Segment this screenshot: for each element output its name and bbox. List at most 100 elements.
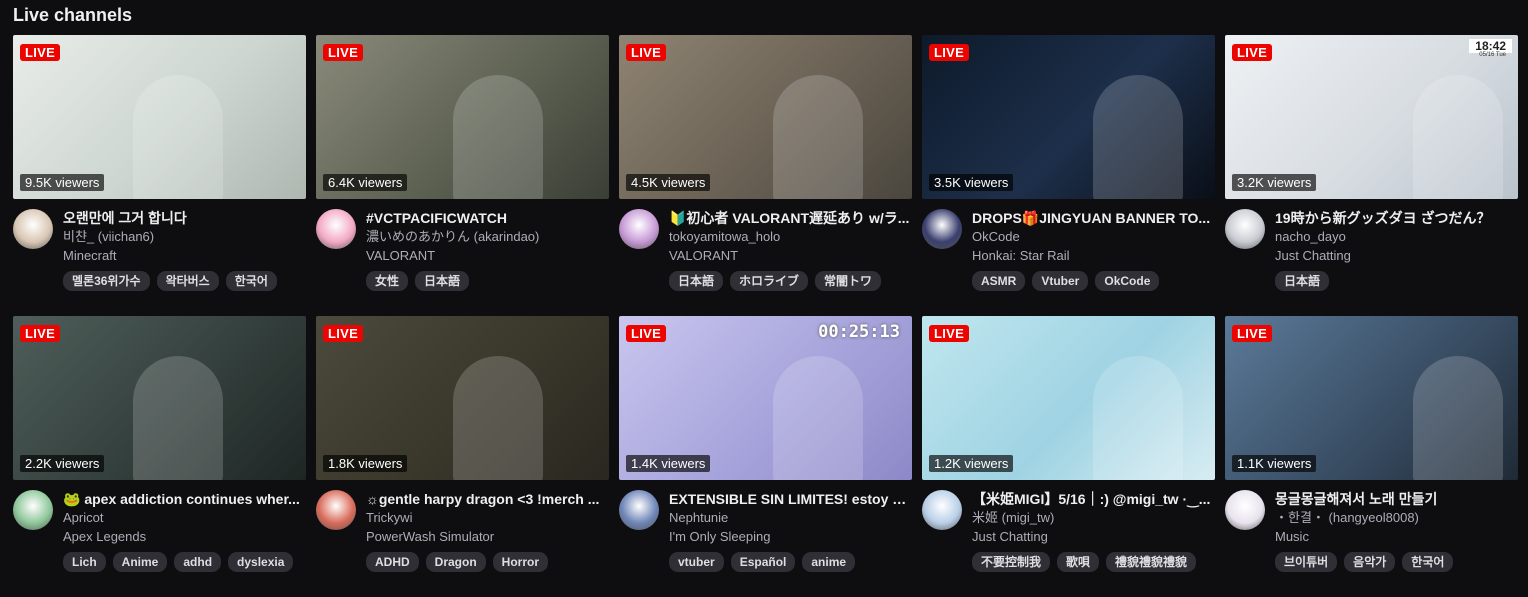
tag[interactable]: 日本語 [415,271,470,291]
tag[interactable]: 한국어 [1402,552,1454,572]
tag[interactable]: 멜론36위가수 [63,271,150,291]
category-link[interactable]: Minecraft [63,246,306,265]
channel-name[interactable]: 비챤_ (viichan6) [63,227,306,246]
tag[interactable]: 한국어 [225,271,277,291]
stream-title[interactable]: 【米姫MIGI】5/16｜:) @migi_tw ·‿... [972,490,1215,508]
channel-avatar[interactable] [13,209,53,249]
tag[interactable]: adhd [174,552,222,572]
tag[interactable]: Anime [112,552,168,572]
channel-name[interactable]: OkCode [972,227,1215,246]
tag[interactable]: anime [802,552,856,572]
category-link[interactable]: Apex Legends [63,527,306,546]
live-badge: LIVE [1232,325,1273,342]
channel-name[interactable]: ・한결・ (hangyeol8008) [1275,508,1518,527]
streamer-avatar-figure [453,356,543,480]
channel-avatar[interactable] [922,490,962,530]
tag[interactable]: dyslexia [228,552,294,572]
channel-avatar[interactable] [1225,490,1265,530]
stream-thumbnail[interactable]: LIVE 1.2K viewers [922,316,1215,480]
stream-card[interactable]: LIVE 3.5K viewers DROPS🎁JINGYUAN BANNER TO… [922,35,1215,316]
channel-avatar[interactable] [922,209,962,249]
stream-thumbnail[interactable]: 00:25:13 LIVE 1.4K viewers [619,316,912,480]
stream-card[interactable]: LIVE 6.4K viewers #VCTPACIFICWATCH 濃いめのあかりん… [316,35,609,316]
stream-thumbnail[interactable]: LIVE 3.5K viewers [922,35,1215,199]
stream-title[interactable]: 🔰初心者 VALORANT遅延あり w/ラ... [669,209,912,227]
stream-card[interactable]: LIVE 1.2K viewers 【米姫MIGI】5/16｜:) @migi_tw… [922,316,1215,597]
stream-card[interactable]: LIVE 2.2K viewers 🐸 apex addiction continu… [13,316,306,597]
stream-title[interactable]: 오랜만에 그거 합니다 [63,209,306,227]
stream-thumbnail[interactable]: LIVE 1.1K viewers [1225,316,1518,480]
stream-card[interactable]: LIVE 9.5K viewers 오랜만에 그거 합니다 비챤_ (viichan6… [13,35,306,316]
overlay-timer: 00:25:13 [818,322,900,342]
channel-name[interactable]: 米姬 (migi_tw) [972,508,1215,527]
category-link[interactable]: Honkai: Star Rail [972,246,1215,265]
stream-title[interactable]: 🐸 apex addiction continues wher... [63,490,306,508]
category-link[interactable]: VALORANT [669,246,912,265]
tag[interactable]: 女性 [366,271,409,291]
stream-title[interactable]: 19時から新グッズダヨ ざつだん？ [1275,209,1518,227]
tag[interactable]: 不要控制我 [972,552,1051,572]
tag[interactable]: Horror [492,552,549,572]
stream-card[interactable]: LIVE 4.5K viewers 🔰初心者 VALORANT遅延あり w/ラ...… [619,35,912,316]
channel-avatar[interactable] [316,209,356,249]
stream-card[interactable]: 18:42 05/16 Tue LIVE 3.2K viewers 19時から新グッズダ… [1225,35,1518,316]
category-link[interactable]: Music [1275,527,1518,546]
stream-meta: ☼gentle harpy dragon <3 !merch ... Tricky… [366,490,609,572]
stream-thumbnail[interactable]: LIVE 1.8K viewers [316,316,609,480]
tag[interactable]: 왁타버스 [156,271,219,291]
tag[interactable]: 日本語 [669,271,724,291]
stream-title[interactable]: 몽글몽글해져서 노래 만들기 [1275,490,1518,508]
stream-thumbnail[interactable]: LIVE 6.4K viewers [316,35,609,199]
overlay-clock: 18:42 [1469,39,1512,53]
tag[interactable]: Lich [63,552,106,572]
stream-thumbnail[interactable]: LIVE 2.2K viewers [13,316,306,480]
stream-card[interactable]: LIVE 1.8K viewers ☼gentle harpy dragon <3 … [316,316,609,597]
category-link[interactable]: Just Chatting [1275,246,1518,265]
channel-name[interactable]: nacho_dayo [1275,227,1518,246]
channel-name[interactable]: 濃いめのあかりん (akarindao) [366,227,609,246]
stream-thumbnail[interactable]: 18:42 05/16 Tue LIVE 3.2K viewers [1225,35,1518,199]
stream-thumbnail[interactable]: LIVE 4.5K viewers [619,35,912,199]
channel-avatar[interactable] [619,209,659,249]
channel-name[interactable]: Apricot [63,508,306,527]
tag[interactable]: 常闇トワ [815,271,882,291]
channel-avatar[interactable] [316,490,356,530]
tag[interactable]: 日本語 [1275,271,1330,291]
tag[interactable]: Dragon [425,552,486,572]
tag[interactable]: 禮貌禮貌禮貌 [1106,552,1197,572]
channel-name[interactable]: Nephtunie [669,508,912,527]
stream-card[interactable]: LIVE 1.1K viewers 몽글몽글해져서 노래 만들기 ・한결・ (hang… [1225,316,1518,597]
tag[interactable]: OkCode [1095,271,1160,291]
viewer-count: 1.8K viewers [323,455,408,472]
tag[interactable]: Español [730,552,796,572]
stream-title[interactable]: DROPS🎁JINGYUAN BANNER TO... [972,209,1215,227]
category-link[interactable]: PowerWash Simulator [366,527,609,546]
stream-title[interactable]: ☼gentle harpy dragon <3 !merch ... [366,490,609,508]
stream-card[interactable]: 00:25:13 LIVE 1.4K viewers EXTENSIBLE SIN L… [619,316,912,597]
tag[interactable]: ASMR [972,271,1026,291]
viewer-count: 6.4K viewers [323,174,408,191]
channel-name[interactable]: Trickywi [366,508,609,527]
live-badge: LIVE [323,44,364,61]
channel-name[interactable]: tokoyamitowa_holo [669,227,912,246]
category-link[interactable]: I'm Only Sleeping [669,527,912,546]
stream-title[interactable]: EXTENSIBLE SIN LIMITES! estoy d... [669,490,912,508]
tag[interactable]: ADHD [366,552,419,572]
tag[interactable]: 歌唄 [1057,552,1100,572]
channel-avatar[interactable] [1225,209,1265,249]
tag-list: Lich Anime adhd dyslexia [63,552,306,572]
tag[interactable]: Vtuber [1032,271,1089,291]
live-badge: LIVE [323,325,364,342]
category-link[interactable]: Just Chatting [972,527,1215,546]
category-link[interactable]: VALORANT [366,246,609,265]
tag[interactable]: 브이튜버 [1275,552,1338,572]
stream-thumbnail[interactable]: LIVE 9.5K viewers [13,35,306,199]
tag[interactable]: vtuber [669,552,724,572]
tag[interactable]: 음악가 [1344,552,1396,572]
channel-avatar[interactable] [13,490,53,530]
stream-title[interactable]: #VCTPACIFICWATCH [366,209,609,227]
stream-meta: 🔰初心者 VALORANT遅延あり w/ラ... tokoyamitowa_hol… [669,209,912,291]
viewer-count: 3.5K viewers [929,174,1014,191]
tag[interactable]: ホロライブ [730,271,809,291]
channel-avatar[interactable] [619,490,659,530]
